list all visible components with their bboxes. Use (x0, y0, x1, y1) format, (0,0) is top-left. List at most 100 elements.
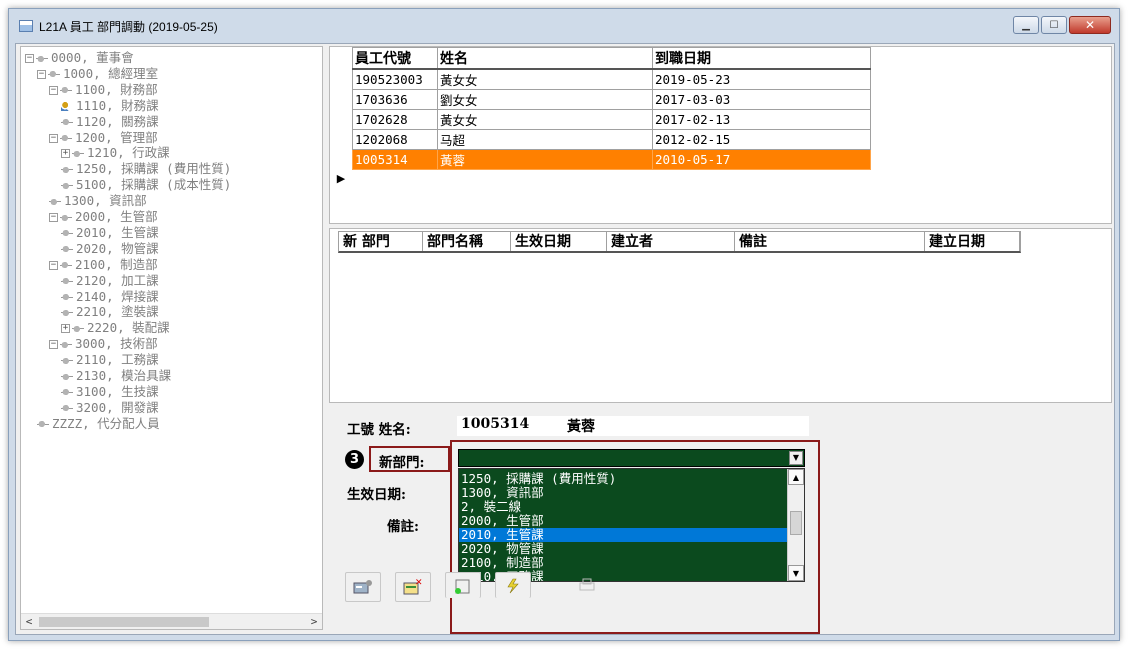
employee-row[interactable]: 1202068 马超 2012-02-15 (352, 129, 871, 150)
department-node-icon (61, 228, 73, 239)
dropdown-option[interactable]: 1300, 資訊部 (459, 486, 787, 500)
tree-horizontal-scrollbar[interactable]: < > (21, 613, 322, 629)
collapse-icon[interactable]: − (25, 54, 34, 63)
tree-node[interactable]: 2130, 模治具課 (61, 368, 171, 384)
collapse-icon[interactable]: − (49, 340, 58, 350)
transfer-history-grid[interactable]: 新 部門 部門名稱 生效日期 建立者 備註 建立日期 (329, 228, 1112, 403)
tree-node[interactable]: 2010, 生管課 (61, 225, 159, 241)
dropdown-option[interactable]: 2100, 制造部 (459, 556, 787, 570)
close-button[interactable]: ✕ (1069, 16, 1111, 34)
tree-node[interactable]: 3100, 生技課 (61, 384, 159, 400)
tree-node[interactable]: − 1100, 財務部 (49, 82, 158, 98)
tree-node[interactable]: − 2100, 制造部 (49, 257, 158, 273)
tree-node[interactable]: +2220, 裝配課 (61, 320, 170, 336)
dropdown-option[interactable]: 1250, 採購課 (費用性質) (459, 472, 787, 486)
save-button[interactable] (445, 572, 481, 598)
employee-row[interactable]: 1702628 黃女女 2017-02-13 (352, 109, 871, 130)
col-header-new-dept[interactable]: 新 部門 (339, 232, 423, 251)
department-tree[interactable]: < > −0000, 董事會 −1000, 總經理室 −1100, 財務部 1110,… (20, 46, 323, 630)
employee-cell[interactable]: 黃女女 (437, 68, 653, 90)
department-node-icon (61, 164, 73, 175)
col-header-dept-name[interactable]: 部門名稱 (423, 232, 511, 251)
dropdown-option[interactable]: 2010, 生管課 (459, 528, 787, 542)
employee-cell[interactable]: 1703636 (352, 89, 438, 110)
collapse-icon[interactable]: − (49, 260, 58, 270)
tree-node[interactable]: − 1200, 管理部 (49, 130, 158, 146)
tree-node-label: 2130, 模治具課 (76, 368, 172, 383)
employee-cell[interactable]: 2017-03-03 (652, 89, 871, 110)
employee-cell[interactable]: 马超 (437, 129, 653, 150)
col-header-created-date[interactable]: 建立日期 (925, 232, 1020, 251)
expand-icon[interactable]: + (61, 149, 70, 159)
collapse-icon[interactable]: − (37, 69, 46, 79)
transfer-form: 工號 姓名: 1005314 黃蓉 3 新部門: 生效日期: 備註: ▼ 125… (329, 406, 1112, 634)
tree-node[interactable]: 1250, 採購課 (費用性質) (61, 161, 231, 177)
scroll-left-arrow-icon[interactable]: < (21, 615, 37, 628)
tree-node-label: 2100, 制造部 (75, 256, 158, 272)
col-header-effective-date[interactable]: 生效日期 (511, 232, 607, 251)
tree-node[interactable]: 1110, 財務課 (61, 98, 159, 114)
tree-node[interactable]: 2110, 工務課 (61, 352, 159, 368)
tree-node[interactable]: 1120, 關務課 (61, 114, 159, 130)
tree-node[interactable]: 1300, 資訊部 (49, 193, 147, 209)
scroll-up-arrow-icon[interactable]: ▲ (788, 469, 804, 485)
expand-icon[interactable]: + (61, 324, 70, 334)
tree-node[interactable]: − 2000, 生管部 (49, 209, 158, 225)
employee-grid[interactable]: ▶ 員工代號 姓名 到職日期 190523003 黃女女 2019-05-23 170… (329, 46, 1112, 224)
delete-button[interactable]: ✕ (395, 572, 431, 602)
tree-node[interactable]: 2120, 加工課 (61, 273, 159, 289)
dropdown-arrow-icon[interactable]: ▼ (789, 451, 803, 465)
add-button[interactable] (345, 572, 381, 602)
tree-node[interactable]: − 3000, 技術部 (49, 336, 158, 352)
employee-row[interactable]: 190523003 黃女女 2019-05-23 (352, 68, 871, 90)
col-header-name[interactable]: 姓名 (437, 47, 653, 70)
tree-node[interactable]: ZZZZ, 代分配人員 (37, 416, 160, 432)
employee-cell[interactable]: 2012-02-15 (652, 129, 871, 150)
employee-row[interactable]: 1703636 劉女女 2017-03-03 (352, 89, 871, 110)
employee-cell[interactable]: 1202068 (352, 129, 438, 150)
minimize-button[interactable]: ▁ (1013, 16, 1039, 34)
col-header-creator[interactable]: 建立者 (607, 232, 735, 251)
maximize-button[interactable]: ☐ (1041, 16, 1067, 34)
col-header-emp-id[interactable]: 員工代號 (352, 47, 438, 70)
tree-node[interactable]: − 1000, 總經理室 (37, 66, 158, 82)
execute-button[interactable] (495, 572, 531, 598)
employee-cell[interactable]: 1702628 (352, 109, 438, 130)
dropdown-option[interactable]: 2020, 物管課 (459, 542, 787, 556)
collapse-icon[interactable]: − (49, 213, 58, 222)
employee-cell[interactable]: 2010-05-17 (652, 149, 871, 170)
dropdown-option[interactable]: 2, 裝二線 (459, 500, 787, 514)
dropdown-scroll-thumb[interactable] (790, 511, 802, 535)
department-node-icon (61, 355, 73, 366)
tree-node[interactable]: − 0000, 董事會 (25, 50, 134, 66)
col-header-hire-date[interactable]: 到職日期 (652, 47, 871, 70)
employee-cell[interactable]: 2017-02-13 (652, 109, 871, 130)
new-dept-combobox[interactable]: ▼ (458, 449, 805, 467)
new-dept-dropdown-list[interactable]: 1250, 採購課 (費用性質) 1300, 資訊部 2, 裝二線 2000, 生管部… (458, 468, 805, 582)
department-node-icon (61, 101, 73, 112)
col-header-note[interactable]: 備註 (735, 232, 925, 251)
collapse-icon[interactable]: − (49, 133, 58, 143)
dropdown-option[interactable]: 2000, 生管部 (459, 514, 787, 528)
tree-node[interactable]: 2140, 焊接課 (61, 289, 159, 305)
tree-node[interactable]: 3200, 開發課 (61, 400, 159, 416)
scroll-right-arrow-icon[interactable]: > (306, 615, 322, 628)
tree-node[interactable]: 5100, 採購課 (成本性質) (61, 177, 231, 193)
employee-cell[interactable]: 190523003 (352, 68, 438, 90)
employee-row[interactable]: 1005314 黃蓉 2010-05-17 (352, 149, 871, 170)
employee-cell[interactable]: 1005314 (352, 149, 438, 170)
scroll-down-arrow-icon[interactable]: ▼ (788, 565, 804, 581)
dropdown-vertical-scrollbar[interactable]: ▲ ▼ (787, 469, 804, 581)
employee-cell[interactable]: 劉女女 (437, 89, 653, 110)
scroll-thumb[interactable] (39, 616, 209, 627)
tree-node[interactable]: 2020, 物管課 (61, 241, 159, 257)
department-node-icon (60, 212, 72, 223)
employee-cell[interactable]: 黃女女 (437, 109, 653, 130)
employee-cell[interactable]: 黃蓉 (437, 149, 653, 170)
tree-node[interactable]: +1210, 行政課 (61, 145, 170, 161)
tree-node[interactable]: 2210, 塗裝課 (61, 304, 159, 320)
employee-cell[interactable]: 2019-05-23 (652, 68, 871, 90)
print-button[interactable] (569, 572, 605, 598)
department-node-icon (61, 276, 73, 287)
collapse-icon[interactable]: − (49, 85, 58, 95)
